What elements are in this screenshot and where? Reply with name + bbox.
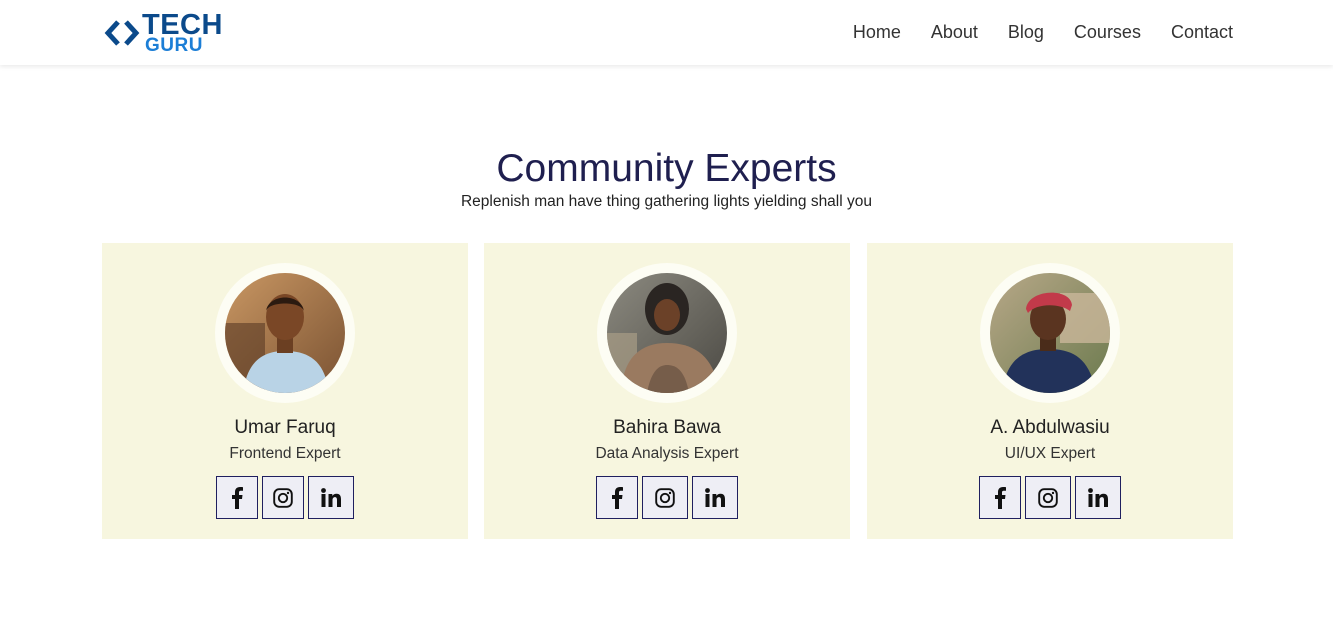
expert-role: Frontend Expert [229, 445, 341, 462]
linkedin-icon[interactable] [692, 476, 738, 519]
facebook-icon[interactable] [979, 476, 1021, 519]
instagram-icon[interactable] [262, 476, 304, 519]
nav-contact[interactable]: Contact [1171, 20, 1233, 44]
expert-card: Umar Faruq Frontend Expert [102, 243, 468, 539]
expert-photo [607, 273, 727, 393]
social-links [867, 476, 1233, 519]
main-nav: Home About Blog Courses Contact [853, 20, 1233, 44]
nav-home[interactable]: Home [853, 20, 901, 44]
avatar-frame [980, 263, 1120, 403]
expert-name: Bahira Bawa [613, 417, 721, 438]
section-title: Community Experts [496, 147, 837, 190]
avatar-frame [215, 263, 355, 403]
expert-card: A. Abdulwasiu UI/UX Expert [867, 243, 1233, 539]
nav-courses[interactable]: Courses [1074, 20, 1141, 44]
section-subtitle: Replenish man have thing gathering light… [460, 193, 872, 210]
nav-about[interactable]: About [931, 20, 978, 44]
expert-photo [990, 273, 1110, 393]
expert-role: UI/UX Expert [1004, 445, 1096, 462]
expert-role: Data Analysis Expert [595, 445, 739, 462]
expert-name: Umar Faruq [234, 417, 336, 438]
code-brackets-icon [104, 20, 140, 46]
tech-guru-logo[interactable]: TECH GURU [104, 10, 229, 56]
navbar: TECH GURU Home About Blog Courses Contac… [0, 0, 1333, 65]
facebook-icon[interactable] [216, 476, 258, 519]
social-links [102, 476, 468, 519]
linkedin-icon[interactable] [308, 476, 354, 519]
nav-blog[interactable]: Blog [1008, 20, 1044, 44]
expert-photo [225, 273, 345, 393]
facebook-icon[interactable] [596, 476, 638, 519]
linkedin-icon[interactable] [1075, 476, 1121, 519]
expert-name: A. Abdulwasiu [990, 417, 1110, 438]
instagram-icon[interactable] [642, 476, 688, 519]
expert-card: Bahira Bawa Data Analysis Expert [484, 243, 850, 539]
avatar-frame [597, 263, 737, 403]
instagram-icon[interactable] [1025, 476, 1071, 519]
logo-text-guru: GURU [145, 35, 203, 56]
social-links [484, 476, 850, 519]
